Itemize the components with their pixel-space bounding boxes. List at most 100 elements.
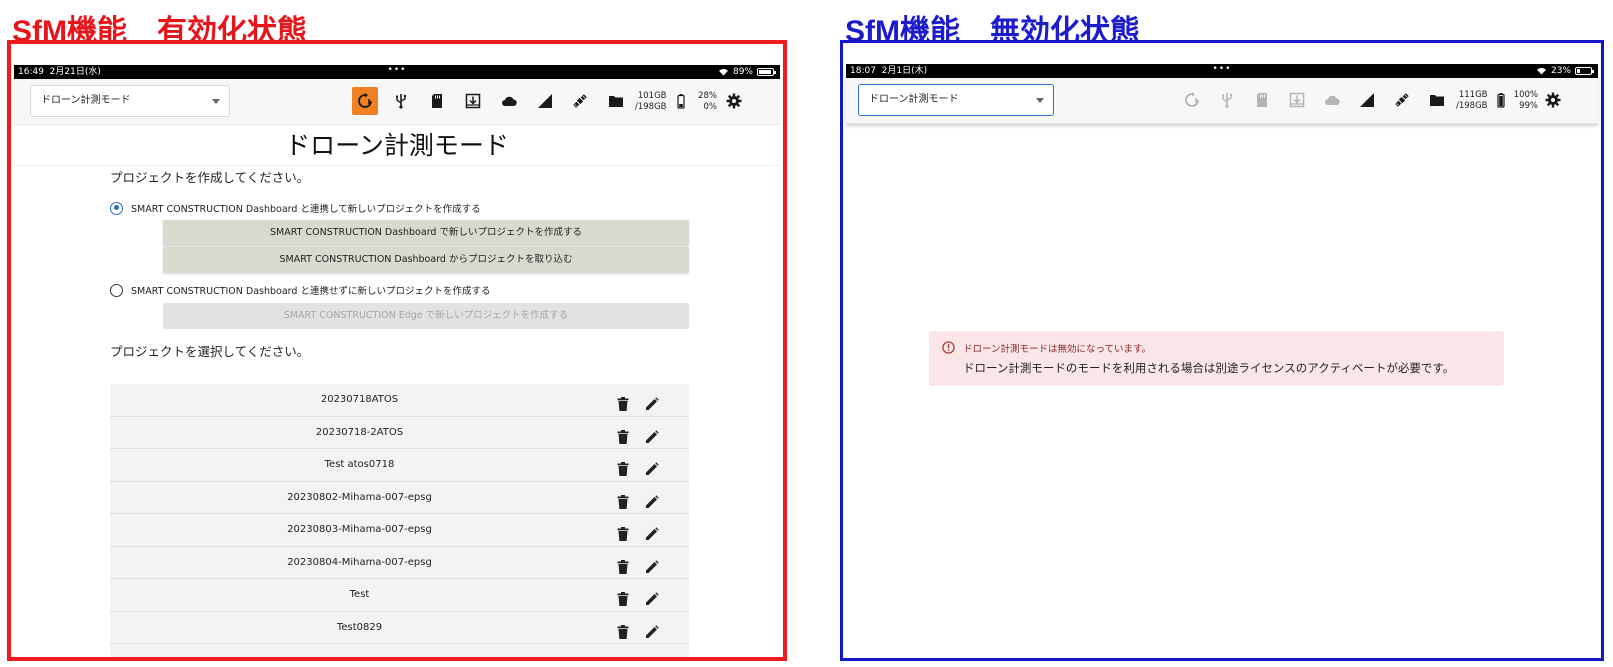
- trash-icon[interactable]: [617, 588, 629, 606]
- radio-linked-button[interactable]: [110, 201, 123, 215]
- storage-free: 101GB: [637, 91, 667, 101]
- gear-icon[interactable]: [721, 87, 747, 115]
- battery-percent: 23%: [1550, 66, 1571, 76]
- multitask-dots: •••: [387, 65, 407, 75]
- caret-down-icon: [1036, 98, 1044, 103]
- project-name: 20230718-2ATOS: [315, 426, 404, 438]
- satellite-icon[interactable]: [1389, 86, 1415, 114]
- create-prompt: プロジェクトを作成してください。: [110, 170, 310, 185]
- percent-top: 28%: [698, 91, 717, 101]
- trash-icon[interactable]: [617, 491, 629, 509]
- cloud-icon: [1319, 86, 1345, 114]
- disabled-screen: 18:07 2月1日(木) ••• 23% ドローン計測モード 111GB /1…: [840, 40, 1604, 661]
- project-row[interactable]: 20230802-Mihama-007-epsg: [110, 482, 689, 514]
- project-row[interactable]: Test atos0718: [110, 449, 689, 482]
- error-circle-icon: [942, 341, 955, 354]
- toolbar: ドローン計測モード 101GB /198GB 28% 0%: [14, 79, 780, 125]
- project-name: 20230803-Mihama-007-epsg: [287, 524, 432, 535]
- trash-icon[interactable]: [617, 621, 629, 639]
- storage-info: 111GB /198GB: [1456, 90, 1488, 112]
- mode-select-value: ドローン計測モード: [869, 94, 959, 105]
- project-row[interactable]: Test: [110, 579, 689, 612]
- pencil-icon[interactable]: [645, 458, 659, 475]
- pencil-icon[interactable]: [645, 426, 659, 443]
- radio-linked[interactable]: SMART CONSTRUCTION Dashboard と連携して新しいプロジ…: [110, 201, 481, 215]
- trash-icon[interactable]: [617, 556, 629, 574]
- enabled-screen: 16:49 2月21日(水) ••• 89% ドローン計測モード 101GB /…: [7, 40, 787, 661]
- project-row[interactable]: 20230718-2ATOS: [110, 417, 689, 449]
- toolbar: ドローン計測モード 111GB /198GB 100% 99%: [846, 78, 1598, 124]
- mode-select[interactable]: ドローン計測モード: [30, 85, 230, 117]
- gear-icon[interactable]: [1540, 86, 1566, 114]
- folder-icon[interactable]: [1424, 86, 1450, 114]
- percent-info: 28% 0%: [691, 91, 717, 113]
- battery-status-icon: [1575, 67, 1594, 75]
- project-row[interactable]: 20230803-Mihama-007-epsg: [110, 514, 689, 547]
- project-list: 20230718ATOS 20230718-2ATOS Test atos0718 2…: [110, 384, 689, 657]
- wifi-icon: [719, 68, 728, 76]
- mode-select[interactable]: ドローン計測モード: [858, 84, 1054, 116]
- project-name: Test: [349, 589, 370, 600]
- trash-icon[interactable]: [617, 426, 629, 444]
- project-row[interactable]: 20230804-Mihama-007-epsg: [110, 547, 689, 579]
- alert-title: ドローン計測モードは無効になっています。: [963, 344, 1152, 355]
- trash-icon[interactable]: [617, 393, 629, 411]
- project-name: Test0829: [336, 621, 383, 633]
- page-title: ドローン計測モード: [14, 126, 780, 166]
- select-prompt: プロジェクトを選択してください。: [110, 344, 310, 359]
- status-date: 2月1日(木): [881, 66, 928, 76]
- satellite-icon[interactable]: [567, 87, 593, 115]
- sd-card-icon: [1249, 86, 1275, 114]
- folder-icon[interactable]: [603, 87, 629, 115]
- download-icon[interactable]: [460, 87, 486, 115]
- radio-linked-label: SMART CONSTRUCTION Dashboard と連携して新しいプロジ…: [131, 204, 481, 215]
- storage-info: 101GB /198GB: [635, 91, 667, 113]
- status-time: 16:49: [18, 67, 44, 77]
- cloud-icon[interactable]: [496, 87, 522, 115]
- radio-unlinked-label: SMART CONSTRUCTION Dashboard と連携せずに新しいプロ…: [131, 286, 491, 297]
- trash-icon[interactable]: [617, 458, 629, 476]
- project-name: 20230804-Mihama-007-epsg: [287, 556, 432, 568]
- multitask-dots: •••: [1212, 64, 1232, 74]
- radio-unlinked-button[interactable]: [110, 283, 123, 297]
- signal-icon: [1354, 86, 1380, 114]
- download-icon: [1284, 86, 1310, 114]
- project-row[interactable]: Test0829: [110, 612, 689, 644]
- project-row[interactable]: 20230718ATOS: [110, 384, 689, 417]
- mode-select-value: ドローン計測モード: [41, 95, 131, 106]
- create-dashboard-button[interactable]: SMART CONSTRUCTION Dashboard で新しいプロジェクトを…: [163, 220, 689, 246]
- project-name: 20230802-Mihama-007-epsg: [287, 491, 432, 503]
- status-date: 2月21日(水): [49, 67, 101, 77]
- import-dashboard-button[interactable]: SMART CONSTRUCTION Dashboard からプロジェクトを取り…: [163, 247, 689, 273]
- sync-alert-icon: [1179, 86, 1205, 114]
- pencil-icon[interactable]: [645, 393, 659, 410]
- sd-card-icon[interactable]: [424, 87, 450, 115]
- percent-bottom: 99%: [1519, 101, 1538, 111]
- usb-icon[interactable]: [388, 87, 414, 115]
- battery-status-icon: [757, 68, 776, 76]
- pencil-icon[interactable]: [645, 523, 659, 540]
- battery-percent: 89%: [732, 67, 753, 77]
- pencil-icon[interactable]: [645, 621, 659, 638]
- license-alert: ドローン計測モードは無効になっています。 ドローン計測モードのモードを利用される…: [929, 331, 1504, 386]
- storage-total: /198GB: [635, 102, 667, 112]
- caret-down-icon: [212, 99, 220, 104]
- pencil-icon[interactable]: [645, 491, 659, 508]
- wifi-icon: [1537, 67, 1546, 75]
- status-bar: 18:07 2月1日(木) ••• 23%: [846, 64, 1598, 78]
- percent-info: 100% 99%: [1510, 90, 1538, 112]
- trash-icon[interactable]: [617, 523, 629, 541]
- pencil-icon[interactable]: [645, 588, 659, 605]
- storage-free: 111GB: [1458, 90, 1488, 100]
- status-bar: 16:49 2月21日(水) ••• 89%: [14, 65, 780, 79]
- signal-icon: [532, 87, 558, 115]
- sync-alert-icon[interactable]: [352, 87, 378, 115]
- status-time: 18:07: [850, 66, 876, 76]
- percent-bottom: 0%: [703, 102, 718, 112]
- project-name: Test atos0718: [324, 459, 395, 470]
- create-edge-button: SMART CONSTRUCTION Edge で新しいプロジェクトを作成する: [163, 303, 689, 329]
- percent-top: 100%: [1513, 90, 1538, 100]
- radio-unlinked[interactable]: SMART CONSTRUCTION Dashboard と連携せずに新しいプロ…: [110, 283, 490, 297]
- pencil-icon[interactable]: [645, 556, 659, 573]
- project-name: 20230718ATOS: [320, 394, 399, 405]
